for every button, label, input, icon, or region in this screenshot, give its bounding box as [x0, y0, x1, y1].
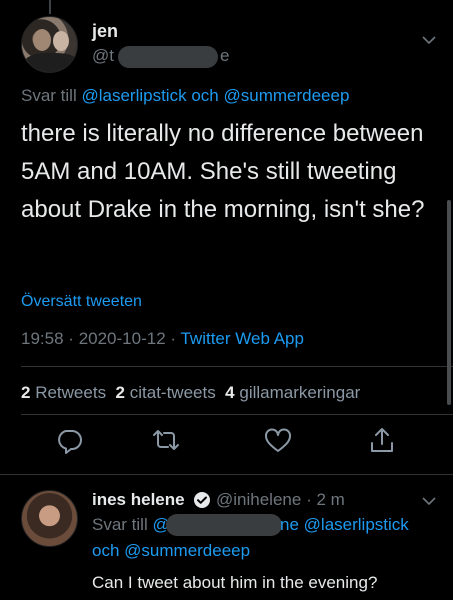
redacted-handle	[166, 514, 282, 536]
chevron-down-icon[interactable]	[421, 493, 437, 509]
divider	[21, 366, 453, 367]
quotes-stat[interactable]: 2 citat-tweets	[116, 383, 216, 402]
quotes-count: 2	[115, 383, 125, 402]
author-handle-start[interactable]: @t	[92, 46, 114, 66]
likes-stat[interactable]: 4 gillamarkeringar	[225, 383, 360, 402]
likes-label: gillamarkeringar	[239, 383, 361, 402]
tweet-source[interactable]: Twitter Web App	[180, 329, 303, 348]
divider	[21, 414, 453, 415]
reply-author-handle[interactable]: @inihelene	[216, 490, 301, 509]
thread-line	[49, 0, 51, 14]
retweets-count: 2	[21, 383, 31, 402]
reply-icon[interactable]	[53, 424, 85, 456]
likes-count: 4	[225, 383, 235, 402]
reply-mentions-2: och @summerdeeep	[92, 541, 250, 561]
divider	[0, 474, 453, 475]
redacted-handle	[118, 46, 218, 68]
scrollbar[interactable]	[447, 200, 451, 405]
translate-tweet-link[interactable]: Översätt tweeten	[21, 293, 142, 311]
reply-to-line: Svar till @	[92, 515, 170, 535]
tweet-meta: 19:58 · 2020-10-12 · Twitter Web App	[21, 329, 304, 349]
reply-handle-end: ne	[280, 515, 299, 534]
reply-prefix: Svar till	[92, 515, 148, 534]
like-icon[interactable]	[262, 424, 294, 456]
author-handle-end: e	[220, 46, 230, 65]
retweets-label: Retweets	[35, 383, 107, 402]
quotes-label: citat-tweets	[129, 383, 216, 402]
author-avatar[interactable]	[21, 16, 78, 73]
mention-summerdeeep[interactable]: @summerdeeep	[223, 86, 349, 105]
chevron-down-icon[interactable]	[421, 32, 437, 48]
mention-laserlipstick[interactable]: @laserlipstick	[304, 515, 409, 534]
tweet-stats: 2 Retweets 2 citat-tweets 4 gillamarkeri…	[21, 383, 360, 403]
meta-separator-1: ·	[68, 329, 74, 348]
tweet-time[interactable]: 19:58	[21, 329, 64, 348]
mention-summerdeeep[interactable]: @summerdeeep	[124, 541, 250, 560]
reply-author-handle-line: @inihelene · 2 m	[216, 490, 345, 510]
retweet-icon[interactable]	[150, 424, 182, 456]
reply-tweet-text: Can I tweet about him in the evening?	[92, 573, 378, 592]
reply-conjunction: och	[92, 541, 120, 560]
reply-time-ago[interactable]: · 2 m	[306, 490, 345, 509]
main-tweet[interactable]: jen @t e Svar till @laserlipstick och @s…	[0, 0, 453, 474]
tweet-date[interactable]: 2020-10-12	[79, 329, 166, 348]
reply-to-line: Svar till @laserlipstick och @summerdeee…	[21, 86, 349, 106]
meta-separator-2: ·	[170, 329, 177, 348]
retweets-stat[interactable]: 2 Retweets	[21, 383, 106, 402]
author-name[interactable]: jen	[92, 21, 118, 42]
tweet-text: there is literally no difference between…	[21, 120, 425, 223]
reply-author-avatar[interactable]	[21, 490, 78, 547]
reply-conjunction: och	[191, 86, 219, 105]
reply-prefix: Svar till	[21, 86, 77, 105]
reply-mentions: ne @laserlipstick	[280, 515, 409, 535]
verified-badge-icon	[194, 492, 210, 508]
mention-laserlipstick[interactable]: @laserlipstick	[81, 86, 186, 105]
share-icon[interactable]	[366, 424, 398, 456]
action-bar	[0, 424, 453, 460]
reply-author-name[interactable]: ines helene	[92, 490, 185, 510]
